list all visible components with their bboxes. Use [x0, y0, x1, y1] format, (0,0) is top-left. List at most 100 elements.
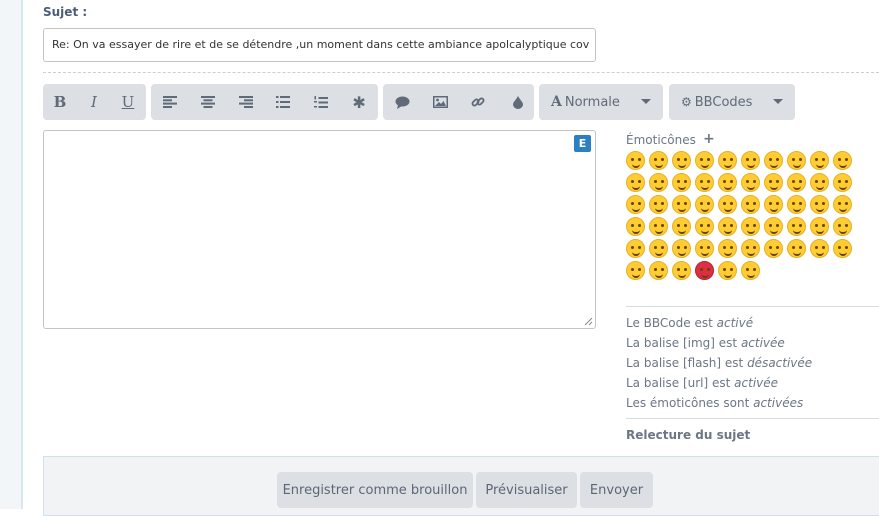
- numbered-list-button[interactable]: [304, 84, 338, 120]
- smilies-status: Les émoticônes sont activées: [626, 396, 803, 410]
- emoticon-icon[interactable]: [695, 173, 714, 192]
- emoticon-icon[interactable]: [810, 151, 829, 170]
- emoticon-icon[interactable]: [672, 239, 691, 258]
- emoticon-icon[interactable]: [810, 195, 829, 214]
- emoticon-icon[interactable]: [787, 173, 806, 192]
- emoticon-icon[interactable]: [626, 173, 645, 192]
- emoticon-icon[interactable]: [833, 151, 852, 170]
- emoticon-icon[interactable]: [718, 151, 737, 170]
- emoticon-icon[interactable]: [695, 195, 714, 214]
- emoticon-icon[interactable]: [833, 217, 852, 236]
- chevron-down-icon: [773, 99, 783, 104]
- img-status: La balise [img] est activée: [626, 336, 785, 350]
- italic-button[interactable]: I: [77, 84, 111, 120]
- emoticon-icon[interactable]: [833, 195, 852, 214]
- emoticon-icon[interactable]: [649, 173, 668, 192]
- emoticon-icon[interactable]: [764, 195, 783, 214]
- status-text: Les émoticônes sont: [626, 396, 750, 410]
- emoticon-icon[interactable]: [787, 195, 806, 214]
- emoticon-icon[interactable]: [787, 239, 806, 258]
- topic-review-link[interactable]: Relecture du sujet: [626, 428, 750, 442]
- left-rail: [0, 0, 23, 509]
- emoticon-icon[interactable]: [672, 217, 691, 236]
- status-text: Le BBCode est: [626, 316, 713, 330]
- emoticon-icon[interactable]: [741, 261, 760, 280]
- emoticon-icon[interactable]: [718, 173, 737, 192]
- image-icon: [432, 96, 448, 108]
- emoticon-icon[interactable]: [626, 261, 645, 280]
- image-button[interactable]: [421, 84, 459, 120]
- emoticon-icon[interactable]: [764, 151, 783, 170]
- color-button[interactable]: [502, 84, 534, 120]
- chevron-down-icon: [641, 99, 651, 104]
- add-emoticon-icon[interactable]: +: [703, 131, 715, 147]
- emoticon-icon[interactable]: [649, 239, 668, 258]
- emoticon-icon[interactable]: [764, 173, 783, 192]
- emoticon-icon[interactable]: [718, 239, 737, 258]
- quote-button[interactable]: [383, 84, 421, 120]
- emoticon-icon[interactable]: [695, 151, 714, 170]
- emoticon-icon[interactable]: [672, 195, 691, 214]
- emoticon-icon[interactable]: [787, 217, 806, 236]
- emoticon-icon[interactable]: [695, 239, 714, 258]
- italic-icon: I: [91, 93, 97, 111]
- quote-icon: [395, 96, 409, 109]
- emoticon-icon[interactable]: [718, 261, 737, 280]
- align-right-icon: [238, 96, 253, 108]
- underline-button[interactable]: U: [111, 84, 145, 120]
- message-textarea[interactable]: E: [43, 130, 596, 329]
- editor-badge[interactable]: E: [574, 135, 591, 152]
- emoticon-icon[interactable]: [649, 195, 668, 214]
- emoticon-icon[interactable]: [672, 151, 691, 170]
- emoticon-icon[interactable]: [741, 195, 760, 214]
- save-draft-button[interactable]: Enregistrer comme brouillon: [277, 472, 473, 508]
- align-right-button[interactable]: [229, 84, 263, 120]
- format-group: B I U: [43, 84, 146, 120]
- align-center-icon: [200, 96, 215, 108]
- emoticon-icon[interactable]: [764, 239, 783, 258]
- emoticon-icon[interactable]: [649, 261, 668, 280]
- subject-input[interactable]: Re: On va essayer de rire et de se déten…: [43, 28, 596, 62]
- emoticon-icon[interactable]: [764, 217, 783, 236]
- emoticon-icon[interactable]: [833, 173, 852, 192]
- bullet-list-button[interactable]: [266, 84, 300, 120]
- emoticon-icon[interactable]: [833, 239, 852, 258]
- emoticon-icon[interactable]: [810, 239, 829, 258]
- emoticon-icon[interactable]: [695, 217, 714, 236]
- emoticon-icon[interactable]: [649, 151, 668, 170]
- emoticon-icon[interactable]: [695, 261, 714, 280]
- emoticon-icon[interactable]: [626, 239, 645, 258]
- align-center-button[interactable]: [191, 84, 225, 120]
- link-icon: [471, 97, 485, 107]
- emoticon-icon[interactable]: [672, 261, 691, 280]
- bbcodes-select[interactable]: ⚙ BBCodes: [669, 84, 795, 120]
- align-left-icon: [162, 96, 177, 108]
- emoticon-icon[interactable]: [718, 217, 737, 236]
- emoticon-icon[interactable]: [810, 217, 829, 236]
- link-button[interactable]: [459, 84, 497, 120]
- emoticon-icon[interactable]: [741, 151, 760, 170]
- emoticon-icon[interactable]: [626, 195, 645, 214]
- align-left-button[interactable]: [153, 84, 187, 120]
- emoticon-icon[interactable]: [741, 173, 760, 192]
- asterisk-button[interactable]: ✱: [342, 84, 376, 120]
- bbcodes-label: BBCodes: [694, 94, 753, 110]
- underline-icon: U: [121, 93, 135, 111]
- bold-icon: B: [53, 93, 67, 111]
- emoticon-icon[interactable]: [649, 217, 668, 236]
- emoticon-icon[interactable]: [810, 173, 829, 192]
- font-size-select[interactable]: A Normale: [539, 84, 663, 120]
- emoticon-icon[interactable]: [741, 239, 760, 258]
- send-button[interactable]: Envoyer: [580, 472, 653, 508]
- emoticon-icon[interactable]: [787, 151, 806, 170]
- emoticon-icon[interactable]: [718, 195, 737, 214]
- emoticon-icon[interactable]: [626, 217, 645, 236]
- bbcode-status: Le BBCode est activé: [626, 316, 753, 330]
- bold-button[interactable]: B: [43, 84, 77, 120]
- numbered-list-icon: [314, 95, 329, 108]
- resize-handle-icon[interactable]: [584, 317, 593, 326]
- preview-button[interactable]: Prévisualiser: [476, 472, 577, 508]
- emoticon-icon[interactable]: [741, 217, 760, 236]
- emoticon-icon[interactable]: [626, 151, 645, 170]
- emoticon-icon[interactable]: [672, 173, 691, 192]
